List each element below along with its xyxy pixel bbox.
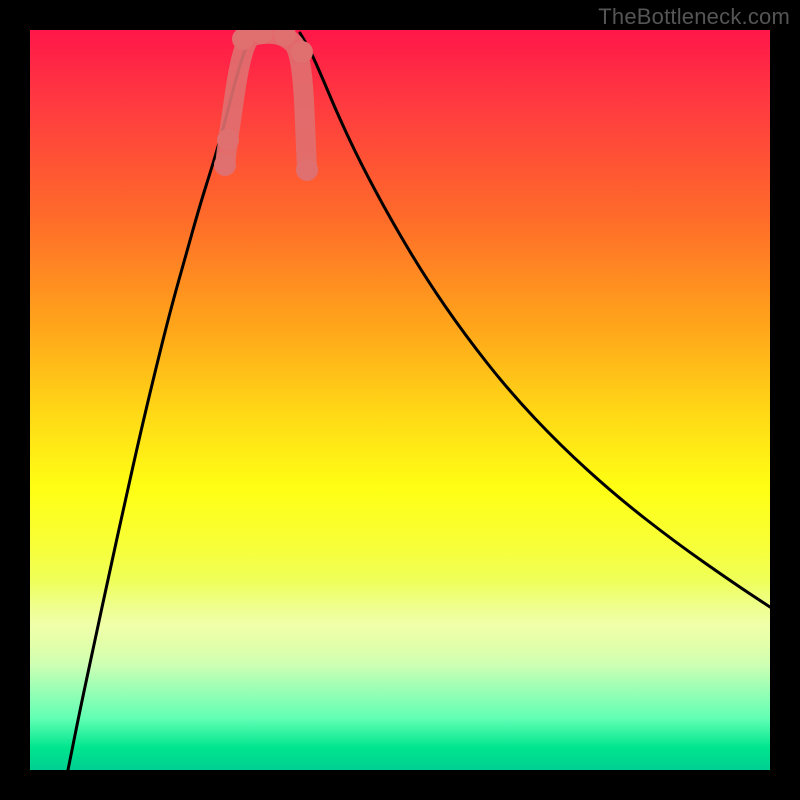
valley-dot — [214, 154, 236, 176]
dot-group — [214, 30, 318, 181]
chart-svg — [30, 30, 770, 770]
valley-dot — [217, 129, 239, 151]
plot-area — [30, 30, 770, 770]
chart-frame: TheBottleneck.com — [0, 0, 800, 800]
curve-right-branch — [300, 33, 770, 607]
curve-group — [68, 33, 770, 770]
watermark-text: TheBottleneck.com — [598, 4, 790, 30]
valley-dot — [296, 159, 318, 181]
valley-dot — [291, 41, 313, 63]
